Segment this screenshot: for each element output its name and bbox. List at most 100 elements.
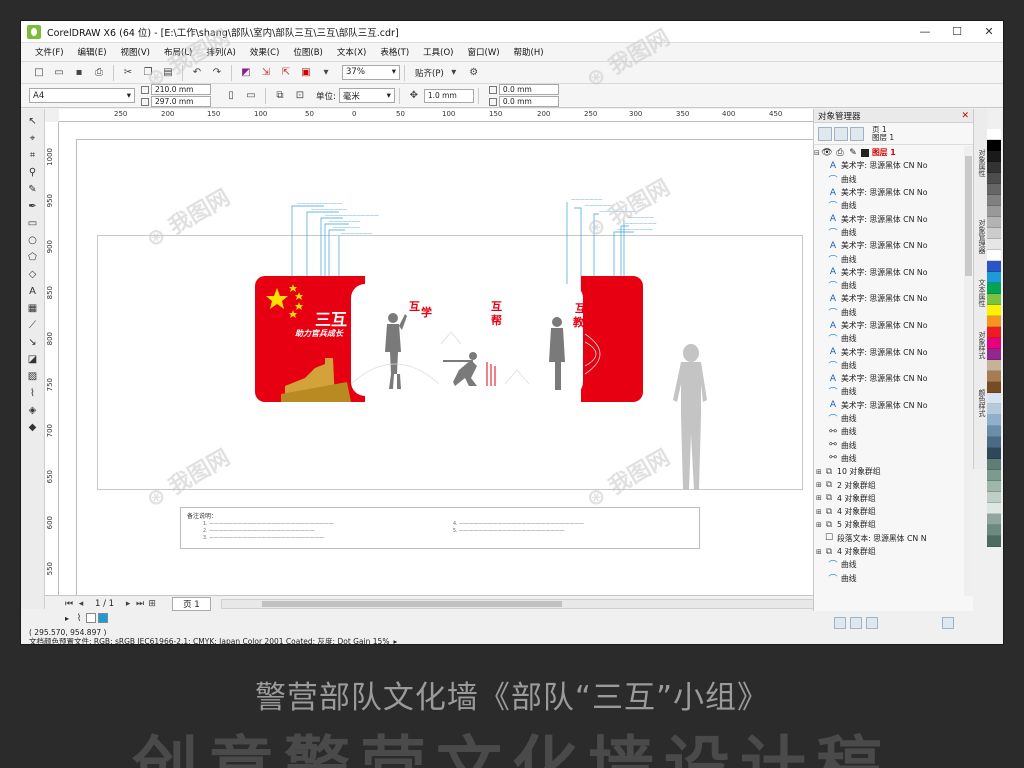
- palette-swatch[interactable]: [987, 514, 1001, 525]
- no-color-swatch[interactable]: [86, 613, 97, 623]
- object-tree-scrollbar[interactable]: [964, 146, 973, 596]
- object-tree-row[interactable]: ⚯ 曲线: [814, 439, 964, 452]
- object-tree-row[interactable]: ⊞ ⧉ 4 对象群组: [814, 545, 964, 558]
- expand-icon[interactable]: ⊞: [816, 521, 824, 529]
- palette-swatch[interactable]: [987, 305, 1001, 316]
- dimension-tool-icon[interactable]: ⟋: [25, 318, 41, 333]
- palette-swatch[interactable]: [987, 162, 1001, 173]
- eye-icon[interactable]: 👁: [821, 148, 832, 158]
- expand-icon[interactable]: ⊞: [816, 508, 824, 516]
- horizontal-ruler[interactable]: 250 200 150 100 50 0 50 100 150 200 250 …: [59, 109, 819, 122]
- scrollbar-thumb[interactable]: [261, 600, 562, 607]
- object-tree-row[interactable]: A 美术字: 思源黑体 CN No: [814, 319, 964, 332]
- scrollbar-thumb[interactable]: [965, 156, 972, 276]
- menu-edit[interactable]: 编辑(E): [74, 46, 117, 58]
- object-tree-row[interactable]: A 美术字: 思源黑体 CN No: [814, 399, 964, 412]
- docker-tab[interactable]: 对象管理器: [975, 219, 987, 254]
- object-tree-row[interactable]: ⌒ 曲线: [814, 558, 964, 571]
- redo-icon[interactable]: ↷: [209, 65, 225, 81]
- delete-icon[interactable]: [942, 617, 954, 629]
- object-tree-row[interactable]: ⊞ ⧉ 4 对象群组: [814, 492, 964, 505]
- pick-tool-icon[interactable]: ↖: [25, 114, 41, 129]
- palette-swatch[interactable]: [987, 206, 1001, 217]
- palette-swatch[interactable]: [987, 173, 1001, 184]
- palette-swatch[interactable]: [987, 239, 1001, 250]
- new-master-layer-all-icon[interactable]: [866, 617, 878, 629]
- shape-tool-icon[interactable]: ⌖: [25, 131, 41, 146]
- palette-swatch[interactable]: [987, 217, 1001, 228]
- print-icon[interactable]: ⎙: [91, 65, 107, 81]
- palette-swatch[interactable]: [987, 448, 1001, 459]
- connector-tool-icon[interactable]: ↘: [25, 335, 41, 350]
- snap-to-button[interactable]: 贴齐(P): [415, 67, 444, 79]
- first-page-icon[interactable]: ⏮: [63, 599, 75, 609]
- palette-swatch[interactable]: [987, 360, 1001, 371]
- page-width-field[interactable]: 210.0 mm: [151, 84, 211, 95]
- fill-tool-icon[interactable]: ◈: [25, 403, 41, 418]
- close-icon[interactable]: ✕: [961, 111, 969, 121]
- object-tree-row[interactable]: A 美术字: 思源黑体 CN No: [814, 345, 964, 358]
- object-tree-row[interactable]: ⌒ 曲线: [814, 306, 964, 319]
- docker-tab[interactable]: 文本属性: [975, 279, 987, 307]
- palette-swatch[interactable]: [987, 316, 1001, 327]
- object-tree-row[interactable]: ⊞ ⧉ 5 对象群组: [814, 518, 964, 531]
- printer-icon[interactable]: ⎙: [835, 148, 845, 158]
- edit-across-layers-icon[interactable]: [834, 126, 848, 141]
- import-icon[interactable]: ⇲: [258, 65, 274, 81]
- palette-swatch[interactable]: [987, 382, 1001, 393]
- cut-icon[interactable]: ✂: [120, 65, 136, 81]
- object-tree-row[interactable]: ⚯ 曲线: [814, 425, 964, 438]
- palette-swatch[interactable]: [987, 492, 1001, 503]
- layer-row[interactable]: ⊟ 👁 ⎙ ✎ 图层 1: [814, 146, 964, 159]
- doc-color-swatch[interactable]: [98, 613, 109, 623]
- palette-swatch[interactable]: [987, 481, 1001, 492]
- ellipse-tool-icon[interactable]: ○: [25, 233, 41, 248]
- new-icon[interactable]: □: [31, 65, 47, 81]
- object-tree-row[interactable]: ⚯ 曲线: [814, 452, 964, 465]
- layer-manager-icon[interactable]: [850, 126, 864, 141]
- object-tree-row[interactable]: ⌒ 曲线: [814, 359, 964, 372]
- page-tab-1[interactable]: 页 1: [172, 596, 211, 611]
- object-tree-row[interactable]: ⊞ ⧉ 4 对象群组: [814, 505, 964, 518]
- open-icon[interactable]: ▭: [51, 65, 67, 81]
- palette-swatch[interactable]: [987, 250, 1001, 261]
- palette-arrow-icon[interactable]: ▸: [65, 614, 69, 623]
- menu-view[interactable]: 视图(V): [117, 46, 160, 58]
- palette-swatch[interactable]: [987, 393, 1001, 404]
- close-button[interactable]: ✕: [973, 21, 1003, 43]
- copy-icon[interactable]: ❐: [140, 65, 156, 81]
- basic-shapes-icon[interactable]: ◇: [25, 267, 41, 282]
- duplicate-y-field[interactable]: 0.0 mm: [498, 96, 559, 107]
- object-tree-row[interactable]: ⌒ 曲线: [814, 199, 964, 212]
- expand-icon[interactable]: ⊞: [816, 481, 824, 489]
- show-properties-icon[interactable]: [818, 126, 832, 141]
- eyedropper-icon[interactable]: ⌇: [74, 613, 84, 624]
- last-page-icon[interactable]: ⏭: [134, 599, 146, 609]
- page-height-field[interactable]: 297.0 mm: [151, 96, 211, 107]
- zoom-tool-icon[interactable]: ⚲: [25, 165, 41, 180]
- menu-layout[interactable]: 布局(L): [160, 46, 202, 58]
- units-select[interactable]: 毫米 ▾: [338, 88, 395, 103]
- palette-swatch[interactable]: [987, 228, 1001, 239]
- undo-icon[interactable]: ↶: [189, 65, 205, 81]
- palette-swatch[interactable]: [987, 536, 1001, 547]
- expand-icon[interactable]: ⊞: [816, 548, 824, 556]
- menu-table[interactable]: 表格(T): [376, 46, 419, 58]
- zoom-level-select[interactable]: 37% ▾: [342, 65, 400, 80]
- object-tree-row[interactable]: A 美术字: 思源黑体 CN No: [814, 239, 964, 252]
- palette-swatch[interactable]: [987, 338, 1001, 349]
- chevron-down-icon[interactable]: ▾: [446, 65, 462, 81]
- palette-swatch[interactable]: [987, 415, 1001, 426]
- eyedropper-icon[interactable]: ⌇: [25, 386, 41, 401]
- menu-help[interactable]: 帮助(H): [510, 46, 554, 58]
- nudge-distance-field[interactable]: 1.0 mm: [423, 88, 474, 103]
- previous-page-icon[interactable]: ◂: [75, 599, 87, 609]
- portrait-icon[interactable]: ▯: [223, 88, 239, 104]
- all-pages-icon[interactable]: ⧉: [272, 88, 288, 104]
- palette-swatch[interactable]: [987, 129, 1001, 140]
- app-launcher-icon[interactable]: ▾: [318, 65, 334, 81]
- text-tool-icon[interactable]: A: [25, 284, 41, 299]
- rectangle-tool-icon[interactable]: ▭: [25, 216, 41, 231]
- object-tree-row[interactable]: ⌒ 曲线: [814, 412, 964, 425]
- publish-pdf-icon[interactable]: ▣: [298, 65, 314, 81]
